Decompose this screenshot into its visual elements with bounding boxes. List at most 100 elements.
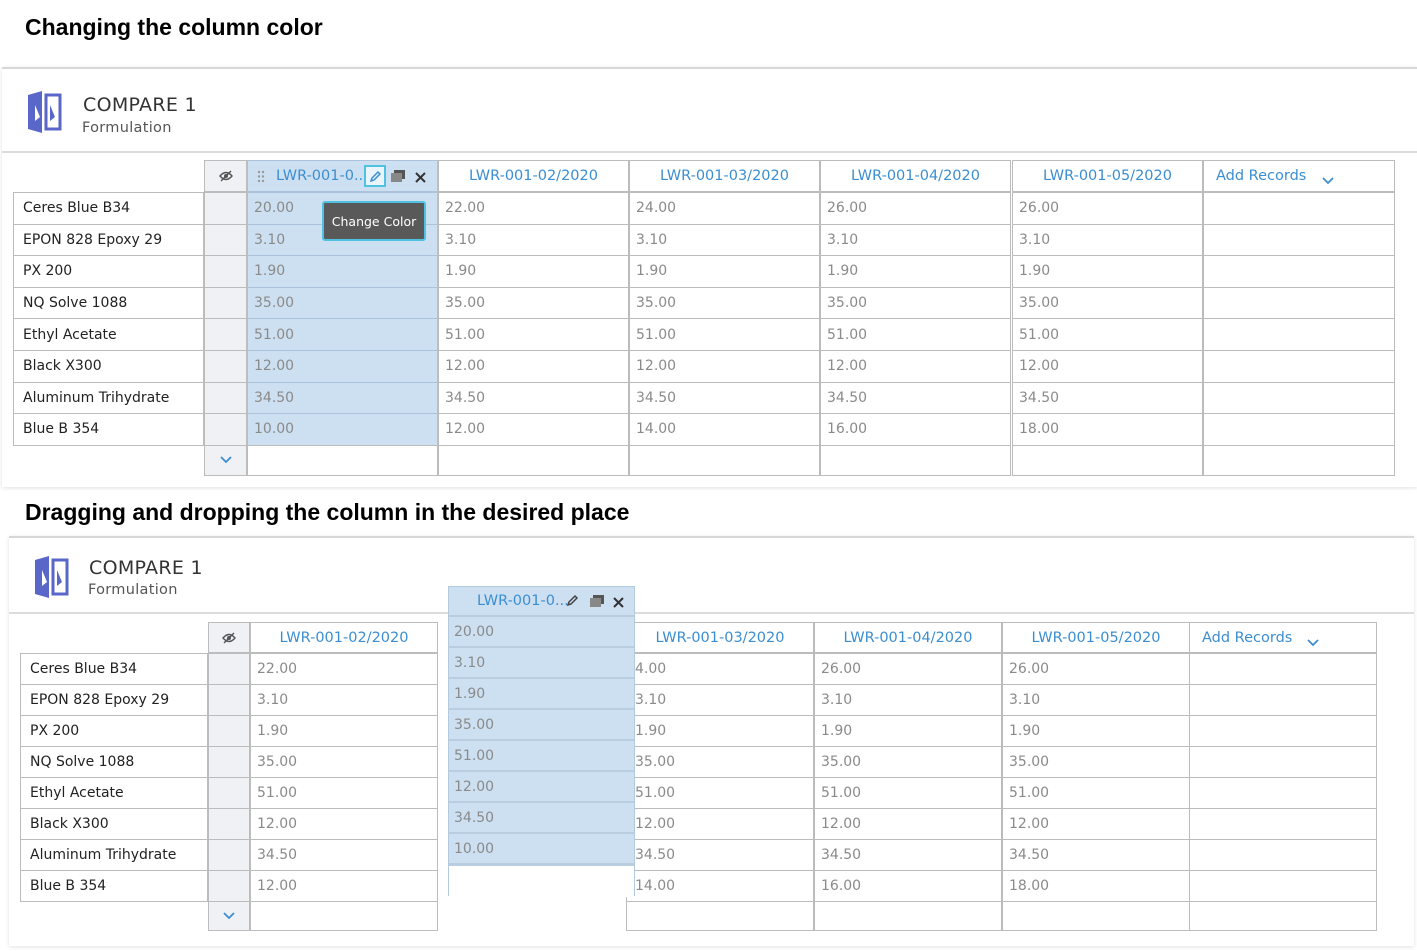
column-header-lwr-001-02-2020[interactable]: LWR-001-02/2020 (250, 622, 438, 653)
value-cell[interactable]: 34.50 (626, 839, 814, 871)
value-cell[interactable]: 26.00 (814, 653, 1002, 685)
add-records-dropdown[interactable]: Add Records (1189, 622, 1377, 653)
value-cell[interactable]: 34.50 (629, 381, 820, 415)
value-cell[interactable]: 1.90 (247, 255, 438, 288)
value-cell[interactable]: 1.90 (626, 715, 814, 747)
add-records-dropdown[interactable]: Add Records (1203, 160, 1395, 192)
value-cell[interactable]: 1.90 (814, 715, 1002, 747)
value-cell[interactable]: 1.90 (1002, 715, 1190, 747)
value-cell[interactable]: 3.10 (629, 223, 820, 257)
value-cell[interactable]: 1.90 (820, 255, 1011, 288)
column-header-lwr-001-05-2020[interactable]: LWR-001-05/2020 (1012, 160, 1203, 192)
value-cell[interactable]: 10.00 (247, 413, 438, 446)
value-cell[interactable]: 16.00 (820, 413, 1011, 446)
value-cell[interactable]: 34.50 (820, 381, 1011, 415)
value-cell[interactable]: 22.00 (250, 653, 438, 685)
value-cell[interactable]: 51.00 (1002, 777, 1190, 809)
value-cell[interactable]: 3.10 (438, 223, 629, 257)
value-cell[interactable]: 35.00 (1012, 286, 1203, 320)
value-cell[interactable]: 3.10 (250, 684, 438, 716)
value-cell[interactable]: 51.00 (814, 777, 1002, 809)
value-cell[interactable]: 34.50 (1012, 381, 1203, 415)
value-cell[interactable]: 12.00 (250, 870, 438, 902)
value-cell[interactable]: 14.00 (626, 870, 814, 902)
value-cell[interactable]: 24.00 (629, 192, 820, 225)
value-cell[interactable]: 51.00 (250, 777, 438, 809)
value-cell[interactable]: 35.00 (247, 286, 438, 320)
value-cell[interactable]: 34.50 (250, 839, 438, 871)
value-cell[interactable]: 12.00 (814, 808, 1002, 840)
value-cell[interactable]: 3.10 (1012, 223, 1203, 257)
value-cell[interactable]: 12.00 (1012, 350, 1203, 383)
close-icon[interactable] (613, 596, 624, 612)
value-cell[interactable]: 3.10 (820, 223, 1011, 257)
value-cell[interactable]: 12.00 (438, 350, 629, 383)
value-cell[interactable]: 35.00 (626, 746, 814, 778)
empty-cell (1203, 318, 1395, 351)
expand-rows-button[interactable] (204, 444, 247, 476)
value-cell[interactable]: 51.00 (820, 318, 1011, 351)
value-cell[interactable]: 35.00 (820, 286, 1011, 320)
footer-cell (438, 444, 629, 476)
value-cell[interactable]: 35.00 (1002, 746, 1190, 778)
value-cell[interactable]: 26.00 (1012, 192, 1203, 225)
value-cell[interactable]: 51.00 (629, 318, 820, 351)
value-cell[interactable]: 34.50 (1002, 839, 1190, 871)
value-cell: 12.00 (449, 772, 634, 803)
value-cell[interactable]: 3.10 (1002, 684, 1190, 716)
value-cell[interactable]: 51.00 (438, 318, 629, 351)
value-cell[interactable]: 3.10 (626, 684, 814, 716)
value-cell[interactable]: 35.00 (250, 746, 438, 778)
value-cell[interactable]: 14.00 (629, 413, 820, 446)
value-cell[interactable]: 35.00 (629, 286, 820, 320)
value-cell[interactable]: 12.00 (626, 808, 814, 840)
footer-cell (626, 901, 814, 931)
expand-rows-button[interactable] (208, 901, 250, 931)
column-header-lwr-001-01[interactable]: LWR-001-0... (247, 160, 438, 192)
column-header-lwr-001-02-2020[interactable]: LWR-001-02/2020 (438, 160, 629, 192)
value-cell[interactable]: 1.90 (629, 255, 820, 288)
value-cell[interactable]: 12.00 (820, 350, 1011, 383)
value-cell[interactable]: 12.00 (1002, 808, 1190, 840)
value-cell[interactable]: 35.00 (438, 286, 629, 320)
column-header-lwr-001-04-2020[interactable]: LWR-001-04/2020 (814, 622, 1002, 653)
drag-handle-icon[interactable] (257, 170, 265, 187)
value-cell[interactable]: 12.00 (247, 350, 438, 383)
value-cell[interactable]: 12.00 (250, 808, 438, 840)
value-cell[interactable]: 51.00 (1012, 318, 1203, 351)
pencil-icon[interactable] (566, 594, 579, 611)
value-cell[interactable]: 12.00 (438, 413, 629, 446)
value-cell[interactable]: 26.00 (820, 192, 1011, 225)
dragging-column-ghost[interactable]: LWR-001-0... 20.00 3.10 1.90 35.00 51.00 12.00… (448, 586, 635, 897)
column-header-lwr-001-04-2020[interactable]: LWR-001-04/2020 (820, 160, 1011, 192)
copy-icon[interactable] (590, 595, 604, 611)
hide-columns-button[interactable] (204, 160, 247, 192)
column-header-lwr-001-03-2020[interactable]: LWR-001-03/2020 (626, 622, 814, 653)
value-cell[interactable]: 35.00 (814, 746, 1002, 778)
value-cell[interactable]: 26.00 (1002, 653, 1190, 685)
change-color-button[interactable] (364, 165, 386, 187)
value-cell[interactable]: 18.00 (1002, 870, 1190, 902)
value-cell[interactable]: 4.00 (626, 653, 814, 685)
row-spacer (204, 255, 247, 288)
value-cell[interactable]: 51.00 (626, 777, 814, 809)
value-cell[interactable]: 34.50 (247, 381, 438, 415)
column-header-lwr-001-05-2020[interactable]: LWR-001-05/2020 (1002, 622, 1190, 653)
value-cell[interactable]: 34.50 (814, 839, 1002, 871)
value-cell[interactable]: 1.90 (438, 255, 629, 288)
copy-icon[interactable] (391, 170, 405, 186)
hide-columns-button[interactable] (208, 622, 250, 653)
value-cell[interactable]: 16.00 (814, 870, 1002, 902)
value-cell[interactable]: 22.00 (438, 192, 629, 225)
value-cell[interactable]: 1.90 (1012, 255, 1203, 288)
column-header-lwr-001-03-2020[interactable]: LWR-001-03/2020 (629, 160, 820, 192)
value-cell[interactable]: 34.50 (438, 381, 629, 415)
value-cell[interactable]: 1.90 (250, 715, 438, 747)
close-icon[interactable] (415, 171, 426, 187)
value-cell[interactable]: 12.00 (629, 350, 820, 383)
value-cell[interactable]: 18.00 (1012, 413, 1203, 446)
value-cell[interactable]: 3.10 (814, 684, 1002, 716)
value-cell[interactable]: 51.00 (247, 318, 438, 351)
app-title: COMPARE 1 (89, 557, 203, 579)
dragging-column-header[interactable]: LWR-001-0... (449, 587, 634, 617)
